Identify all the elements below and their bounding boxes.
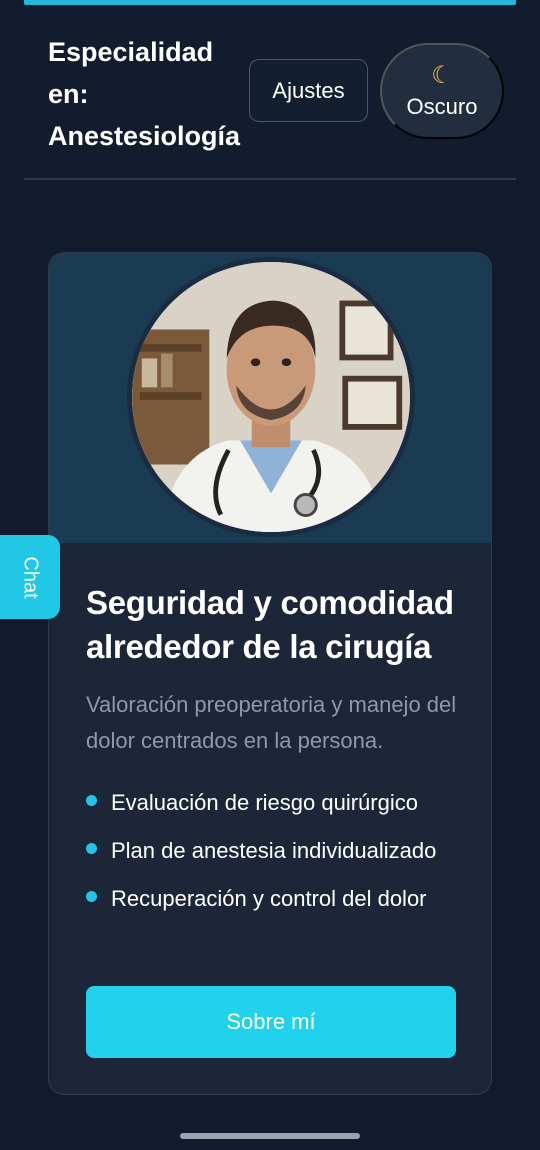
header-divider [24,178,516,180]
dark-mode-label: Oscuro [406,94,478,119]
about-me-button[interactable]: Sobre mí [86,986,456,1058]
bullet-icon [86,891,97,902]
feature-item: Recuperación y control del dolor [86,881,476,917]
page-title: Especialidad en: Anestesiología [48,37,241,151]
home-indicator [180,1133,360,1139]
feature-list: Evaluación de riesgo quirúrgico Plan de … [86,785,476,929]
card-hero [49,253,491,543]
moon-icon: ☾ [431,62,453,89]
feature-item: Evaluación de riesgo quirúrgico [86,785,476,821]
doctor-portrait-image [132,262,410,532]
dark-mode-toggle[interactable]: ☾ Oscuro [380,43,504,139]
feature-item: Plan de anestesia individualizado [86,833,476,869]
doctor-avatar [127,257,415,537]
specialty-card: Seguridad y comodidad alrededor de la ci… [48,252,492,1095]
settings-button[interactable]: Ajustes [249,59,368,122]
feature-label: Plan de anestesia individualizado [111,838,437,863]
feature-label: Recuperación y control del dolor [111,886,427,911]
card-description: Valoración preoperatoria y manejo del do… [86,692,457,753]
bullet-icon [86,843,97,854]
feature-label: Evaluación de riesgo quirúrgico [111,790,418,815]
card-title: Seguridad y comodidad alrededor de la ci… [86,584,454,665]
bullet-icon [86,795,97,806]
page: Especialidad en: Anestesiología Ajustes … [0,0,540,1150]
chat-tab-label: Chat [19,555,42,599]
chat-tab[interactable]: Chat [0,535,60,619]
app-header: Especialidad en: Anestesiología Ajustes … [0,5,540,179]
